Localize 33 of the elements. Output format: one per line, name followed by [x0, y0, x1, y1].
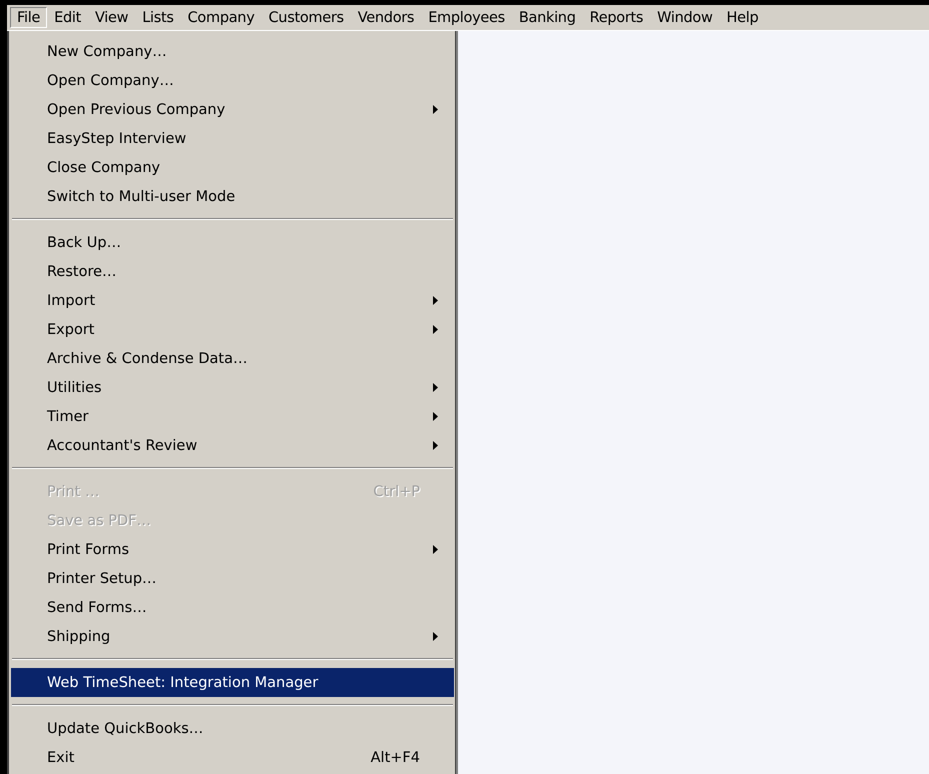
- menu-bar-item[interactable]: Window: [650, 7, 720, 28]
- menu-bar-item[interactable]: Edit: [47, 7, 88, 28]
- menu-item[interactable]: Send Forms…: [11, 593, 454, 622]
- menu-item[interactable]: Restore…: [11, 257, 454, 286]
- menu-bar-item[interactable]: Employees: [421, 7, 512, 28]
- menu-item[interactable]: Accountant's Review: [11, 431, 454, 460]
- menu-item[interactable]: Export: [11, 315, 454, 344]
- menu-item[interactable]: Printer Setup…: [11, 564, 454, 593]
- menu-item[interactable]: EasyStep Interview: [11, 124, 454, 153]
- menu-bar-item[interactable]: File: [10, 7, 48, 28]
- menu-bar-item[interactable]: Help: [720, 7, 766, 28]
- menu-bar-item[interactable]: View: [88, 7, 136, 28]
- menu-item[interactable]: Import: [11, 286, 454, 315]
- menu-item[interactable]: Back Up…: [11, 228, 454, 257]
- menu-item[interactable]: New Company…: [11, 37, 454, 66]
- menu-item[interactable]: Archive & Condense Data…: [11, 344, 454, 373]
- menu-item[interactable]: Switch to Multi-user Mode: [11, 182, 454, 211]
- menu-bar-item[interactable]: Reports: [582, 7, 650, 28]
- menu-item[interactable]: Web TimeSheet: Integration Manager: [11, 668, 454, 697]
- menu-item[interactable]: Exit Alt+F4: [11, 743, 454, 772]
- menu-item[interactable]: Utilities: [11, 373, 454, 402]
- menu-bar-item[interactable]: Banking: [512, 7, 583, 28]
- menu-bar-item[interactable]: Vendors: [350, 7, 422, 28]
- menu-item[interactable]: Print Forms: [11, 535, 454, 564]
- menu-item[interactable]: Open Company…: [11, 66, 454, 95]
- menu-item[interactable]: Update QuickBooks…: [11, 714, 454, 743]
- menu-bar-item[interactable]: Company: [180, 7, 262, 28]
- menu-item[interactable]: Open Previous Company: [11, 95, 454, 124]
- menu-item[interactable]: Shipping: [11, 622, 454, 651]
- menu-bar-item[interactable]: Lists: [135, 7, 181, 28]
- menu-item[interactable]: Close Company: [11, 153, 454, 182]
- menu-item[interactable]: Timer: [11, 402, 454, 431]
- menu-bar-item[interactable]: Customers: [261, 7, 351, 28]
